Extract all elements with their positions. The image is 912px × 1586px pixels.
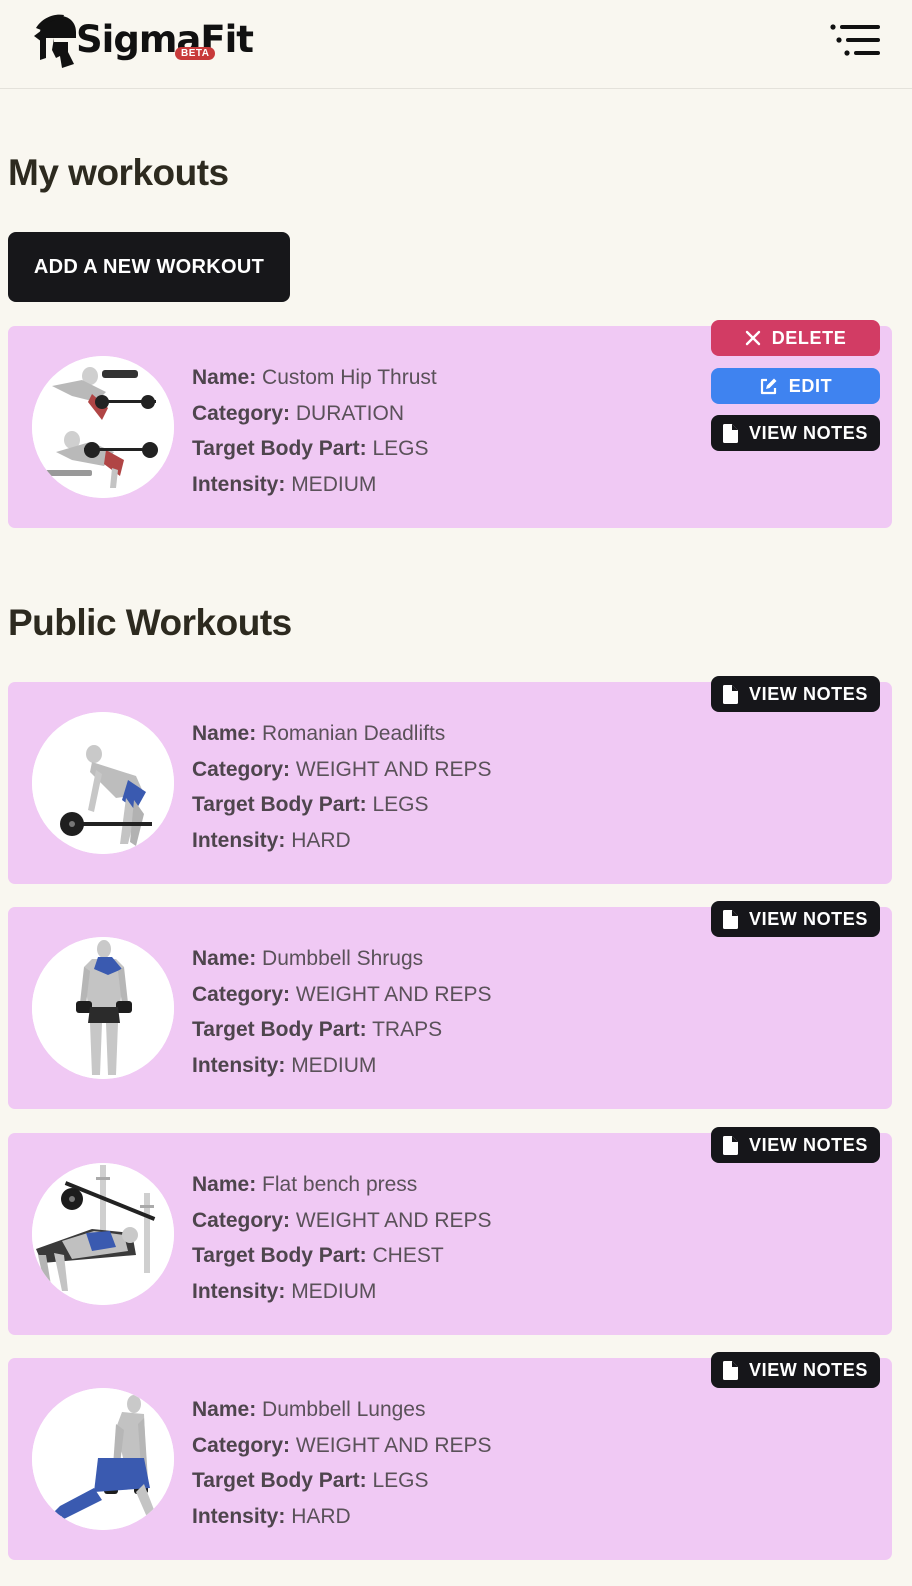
workout-intensity: Intensity: HARD [192,1504,351,1528]
navbar: SigmaFit BETA [0,0,912,89]
workout-thumbnail [32,1163,174,1305]
workout-info: Name: Dumbbell Shrugs Category: WEIGHT A… [192,941,492,1083]
workout-category: Category: WEIGHT AND REPS [192,757,492,781]
workout-intensity: Intensity: MEDIUM [192,1053,377,1077]
shrug-illustration-icon [32,937,174,1079]
view-notes-button[interactable]: VIEW NOTES [711,1127,880,1163]
workout-name: Name: Dumbbell Lunges [192,1398,426,1421]
workout-intensity: Intensity: MEDIUM [192,1279,377,1303]
workout-name: Name: Flat bench press [192,1173,418,1196]
x-icon [745,330,760,346]
my-workouts-title: My workouts [8,152,229,193]
workout-intensity: Intensity: MEDIUM [192,472,377,496]
edit-icon [760,378,777,394]
menu-icon[interactable] [830,24,882,58]
bench-press-illustration-icon [32,1163,174,1305]
public-workout-card: Name: Flat bench press Category: WEIGHT … [8,1127,892,1335]
document-icon [722,1135,738,1155]
workout-target: Target Body Part: LEGS [192,437,429,461]
workout-name: Name: Romanian Deadlifts [192,722,446,745]
beta-badge: BETA [175,47,216,60]
workout-info: Name: Flat bench press Category: WEIGHT … [192,1167,492,1309]
document-icon [722,909,738,929]
deadlift-illustration-icon [32,712,174,854]
view-notes-button[interactable]: VIEW NOTES [711,415,880,451]
lunge-illustration-icon [32,1388,174,1530]
document-icon [722,1360,738,1380]
workout-thumbnail [32,937,174,1079]
workout-category: Category: WEIGHT AND REPS [192,1208,492,1232]
workout-category: Category: WEIGHT AND REPS [192,982,492,1006]
workout-intensity: Intensity: HARD [192,828,351,852]
workout-name: Name: Dumbbell Shrugs [192,947,424,970]
delete-button[interactable]: DELETE [711,320,880,356]
document-icon [722,684,738,704]
public-workouts-title: Public Workouts [8,602,292,643]
hip-thrust-illustration-icon [32,356,174,498]
add-workout-button[interactable]: ADD A NEW WORKOUT [8,232,290,302]
workout-info: Name: Romanian Deadlifts Category: WEIGH… [192,716,492,858]
workout-target: Target Body Part: LEGS [192,1469,429,1493]
workout-thumbnail [32,712,174,854]
view-notes-button[interactable]: VIEW NOTES [711,676,880,712]
public-workout-card: Name: Dumbbell Shrugs Category: WEIGHT A… [8,901,892,1109]
workout-thumbnail [32,356,174,498]
brand-logo[interactable]: SigmaFit [32,8,254,74]
workout-name: Name: Custom Hip Thrust [192,366,437,389]
workout-info: Name: Custom Hip Thrust Category: DURATI… [192,360,437,502]
spartan-helmet-icon [34,14,76,69]
workout-card: Name: Custom Hip Thrust Category: DURATI… [8,320,892,528]
workout-category: Category: DURATION [192,401,404,425]
brand-name: SigmaFit [76,17,254,61]
public-workout-card: Name: Romanian Deadlifts Category: WEIGH… [8,676,892,884]
view-notes-button[interactable]: VIEW NOTES [711,901,880,937]
public-workout-card: Name: Dumbbell Lunges Category: WEIGHT A… [8,1352,892,1560]
document-icon [722,423,738,443]
workout-thumbnail [32,1388,174,1530]
workout-info: Name: Dumbbell Lunges Category: WEIGHT A… [192,1392,492,1534]
workout-category: Category: WEIGHT AND REPS [192,1433,492,1457]
view-notes-button[interactable]: VIEW NOTES [711,1352,880,1388]
workout-target: Target Body Part: CHEST [192,1244,444,1268]
workout-target: Target Body Part: TRAPS [192,1018,443,1042]
workout-target: Target Body Part: LEGS [192,793,429,817]
edit-button[interactable]: EDIT [711,368,880,404]
